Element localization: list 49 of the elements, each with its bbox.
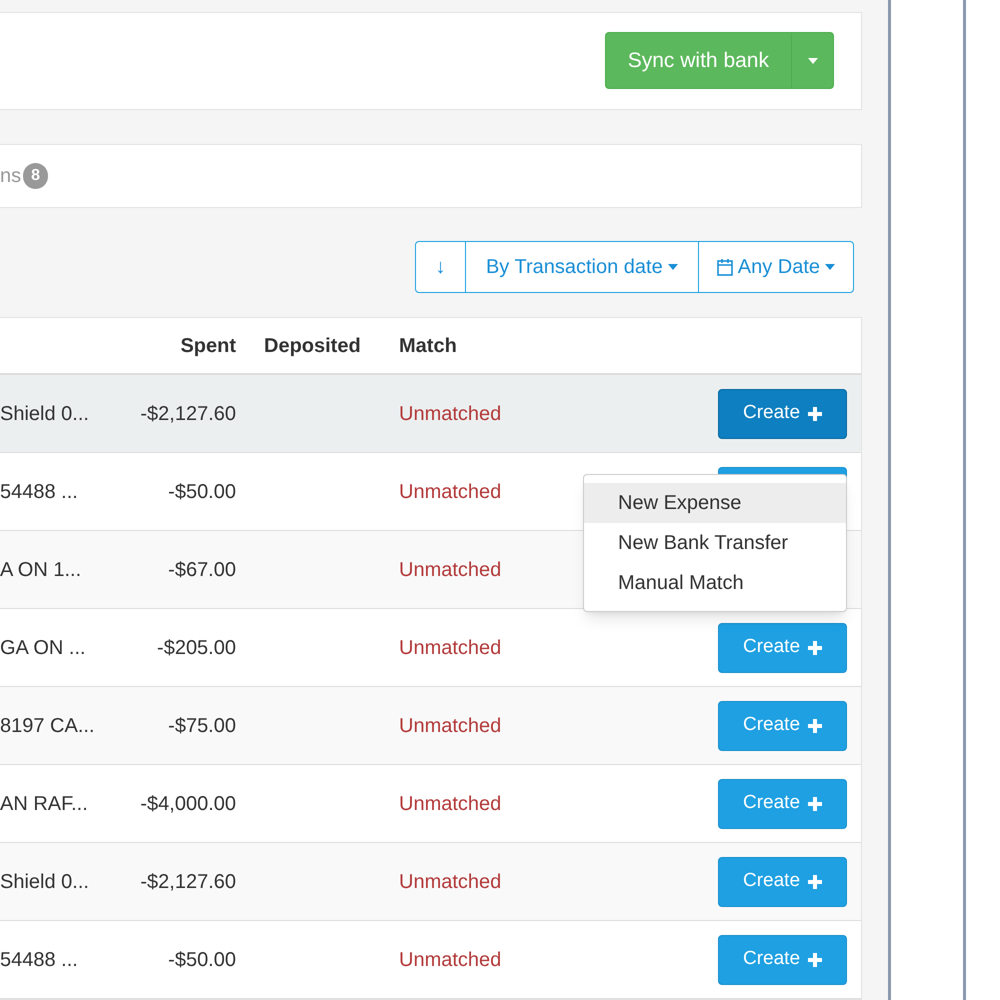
- table-row[interactable]: Shield 0... -$2,127.60 Unmatched Create: [0, 843, 861, 921]
- description-cell-text: 8197 CA...: [0, 714, 96, 738]
- sort-by-dropdown[interactable]: By Transaction date: [466, 242, 699, 292]
- plus-icon: [808, 952, 822, 966]
- menu-item[interactable]: Manual Match: [584, 563, 846, 603]
- plus-icon: [808, 796, 822, 810]
- column-header: Deposited: [264, 334, 362, 358]
- match-status: Unmatched: [399, 714, 502, 738]
- spent-cell-text: -$75.00: [167, 714, 236, 738]
- match-status: Unmatched: [399, 480, 502, 504]
- spent-cell-text: -$50.00: [167, 480, 236, 504]
- match-status: Unmatched: [399, 402, 502, 426]
- description-cell-text: 54488 ...: [0, 948, 79, 972]
- date-filter-dropdown[interactable]: Any Date: [698, 242, 853, 292]
- caret-icon: [668, 264, 678, 270]
- column-header: Spent: [179, 334, 236, 358]
- description-cell-text: AN RAF...: [0, 792, 89, 816]
- match-status: Unmatched: [399, 636, 502, 660]
- caret-icon: [825, 264, 835, 270]
- menu-item[interactable]: New Expense: [584, 483, 846, 523]
- plus-icon: [808, 640, 822, 654]
- spent-cell-text: -$67.00: [167, 558, 236, 582]
- menu-item[interactable]: New Bank Transfer: [584, 523, 846, 563]
- count-badge: 8: [23, 162, 48, 189]
- spent-cell-text: -$4,000.00: [139, 792, 236, 816]
- caret-icon: [808, 58, 818, 64]
- match-status: Unmatched: [399, 792, 502, 816]
- match-status: Unmatched: [399, 870, 502, 894]
- match-status: Unmatched: [399, 948, 502, 972]
- sort-direction-button[interactable]: ↓: [416, 242, 466, 292]
- plus-icon: [808, 874, 822, 888]
- spent-cell-text: -$50.00: [167, 948, 236, 972]
- tab-label: ns: [0, 164, 22, 189]
- create-button[interactable]: Create: [718, 388, 847, 438]
- description-cell-text: GA ON ...: [0, 636, 87, 660]
- spent-cell-text: -$205.00: [156, 636, 236, 660]
- plus-icon: [808, 718, 822, 732]
- spent-cell-text: -$2,127.60: [139, 402, 236, 426]
- table-row[interactable]: Shield 0... -$2,127.60 Unmatched Create: [0, 375, 861, 453]
- description-cell-text: A ON 1...: [0, 558, 82, 582]
- calendar-icon: [716, 258, 733, 276]
- table-row[interactable]: 8197 CA... -$75.00 Unmatched Create: [0, 687, 861, 765]
- description-cell-text: 54488 ...: [0, 480, 79, 504]
- description-cell-text: Shield 0...: [0, 402, 90, 426]
- column-header: Match: [399, 334, 457, 358]
- plus-icon: [808, 406, 822, 420]
- spent-cell-text: -$2,127.60: [139, 870, 236, 894]
- match-status: Unmatched: [399, 558, 502, 582]
- description-cell-text: Shield 0...: [0, 870, 90, 894]
